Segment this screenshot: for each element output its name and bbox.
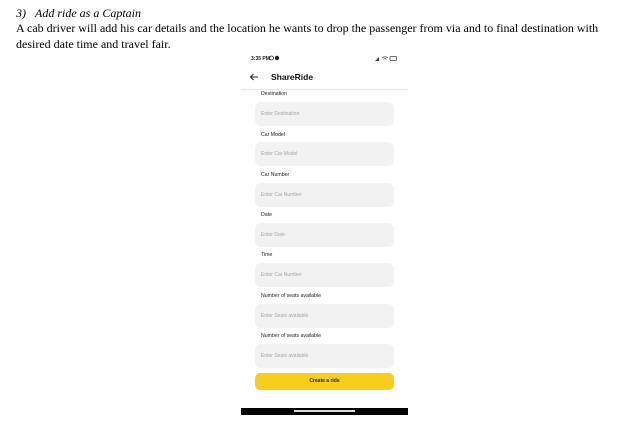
seats-input-2[interactable]: Enter Seats available xyxy=(255,344,394,368)
seats-label-2: Number of seats available xyxy=(261,333,321,339)
time-input[interactable]: Enter Car Number xyxy=(255,263,394,287)
home-indicator[interactable] xyxy=(294,410,355,412)
notification-icons xyxy=(269,55,281,63)
car-number-input[interactable]: Enter Car Number xyxy=(255,183,394,207)
seats-label: Number of seats available xyxy=(261,293,321,299)
phone-screenshot: 3:35 PM ShareRide Destination Enter Dest… xyxy=(241,52,408,415)
system-nav-bar xyxy=(241,408,408,415)
seats-input[interactable]: Enter Seats available xyxy=(255,304,394,328)
time-label: Time xyxy=(261,252,273,258)
section-number: 3) xyxy=(16,6,26,20)
app-title: ShareRide xyxy=(271,72,314,82)
section-description: A cab driver will add his car details an… xyxy=(16,21,599,51)
destination-input[interactable]: Enter Destination xyxy=(255,102,394,126)
section-title: Add ride as a Captain xyxy=(35,6,142,20)
status-time: 3:35 PM xyxy=(251,56,270,62)
car-number-label: Car Number xyxy=(261,172,290,178)
create-ride-button[interactable]: Create a ride xyxy=(255,373,394,390)
back-arrow-icon[interactable] xyxy=(249,72,259,82)
car-model-label: Car Model xyxy=(261,132,285,138)
status-bar: 3:35 PM xyxy=(241,52,408,66)
car-model-input[interactable]: Enter Car Model xyxy=(255,142,394,166)
date-input[interactable]: Enter Date xyxy=(255,223,394,247)
date-label: Date xyxy=(261,212,272,218)
destination-label: Destination xyxy=(261,91,287,97)
signal-wifi-battery-icons xyxy=(374,55,398,64)
section-heading: 3) Add ride as a Captain xyxy=(16,6,141,21)
app-bar: ShareRide xyxy=(241,67,408,90)
